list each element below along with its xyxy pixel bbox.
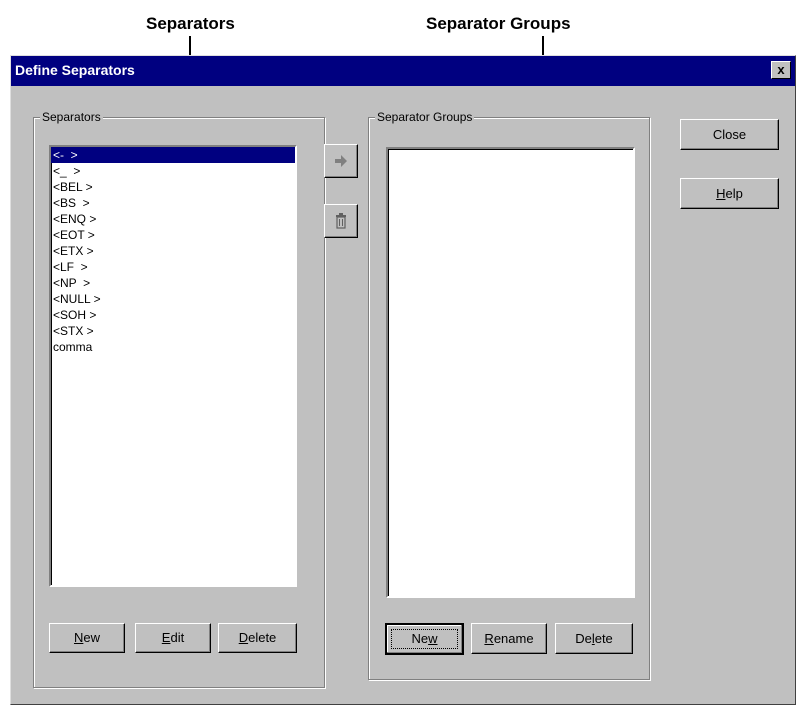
separator-list-item[interactable]: <SOH > (51, 307, 295, 323)
separator-list-item[interactable]: <EOT > (51, 227, 295, 243)
separators-listbox[interactable]: <- > <_ > <BEL > <BS > <ENQ > <EOT > <ETX > <LF… (49, 145, 297, 587)
separators-list: <- > <_ > <BEL > <BS > <ENQ > <EOT > <ETX > <LF… (51, 147, 295, 355)
btn-accel: D (238, 630, 249, 645)
define-separators-dialog: Define Separators x Separators <- > <_ > <… (10, 55, 796, 705)
btn-text-pre: De (575, 631, 592, 646)
separator-list-item[interactable]: <ENQ > (51, 211, 295, 227)
separators-edit-button[interactable]: Edit (135, 623, 211, 653)
separator-groups-listbox[interactable] (386, 147, 635, 598)
btn-text-post: ete (594, 631, 613, 646)
btn-text-post: ew (83, 630, 100, 645)
separator-list-item[interactable]: <LF > (51, 259, 295, 275)
window-title: Define Separators (15, 62, 135, 78)
close-window-button[interactable]: x (771, 61, 791, 79)
arrow-right-icon (335, 155, 347, 167)
btn-accel: N (73, 630, 84, 645)
separator-list-item[interactable]: <BEL > (51, 179, 295, 195)
btn-accel: H (716, 186, 726, 201)
groups-rename-button[interactable]: Rename (471, 623, 547, 654)
groups-new-button[interactable]: New (385, 623, 464, 655)
close-icon: x (777, 62, 785, 77)
separators-delete-button[interactable]: Delete (218, 623, 297, 653)
title-bar: Define Separators x (11, 56, 795, 86)
separators-group-label: Separators (40, 110, 103, 124)
btn-text-post: elp (725, 186, 743, 201)
btn-accel: R (484, 631, 494, 646)
help-button[interactable]: Help (680, 178, 779, 209)
separator-list-item[interactable]: <STX > (51, 323, 295, 339)
remove-from-group-button[interactable] (324, 204, 358, 238)
separator-list-item[interactable]: <NULL > (51, 291, 295, 307)
btn-text-post: ename (493, 631, 534, 646)
separators-groupbox: Separators <- > <_ > <BEL > <BS > <ENQ > <EOT… (33, 110, 325, 688)
close-button[interactable]: Close (680, 119, 779, 150)
groups-delete-button[interactable]: Delete (555, 623, 633, 654)
separator-list-item[interactable]: <BS > (51, 195, 295, 211)
btn-text-post: elete (248, 630, 277, 645)
separator-groups-group-label: Separator Groups (375, 110, 475, 124)
close-button-label: Close (712, 127, 747, 142)
btn-text-post: dit (170, 630, 185, 645)
focus-rect (391, 629, 458, 649)
separators-new-button[interactable]: New (49, 623, 125, 653)
separator-groups-callout: Separator Groups (426, 14, 571, 33)
trash-can-icon (336, 213, 346, 229)
separator-list-item[interactable]: <ETX > (51, 243, 295, 259)
separator-list-item[interactable]: <- > (51, 147, 295, 163)
separator-groups-groupbox: Separator Groups New Rename Delete (368, 110, 650, 680)
separator-list-item[interactable]: <_ > (51, 163, 295, 179)
separators-callout: Separators (146, 14, 235, 33)
separator-list-item[interactable]: comma (51, 339, 295, 355)
add-to-group-button[interactable] (324, 144, 358, 178)
separator-list-item[interactable]: <NP > (51, 275, 295, 291)
